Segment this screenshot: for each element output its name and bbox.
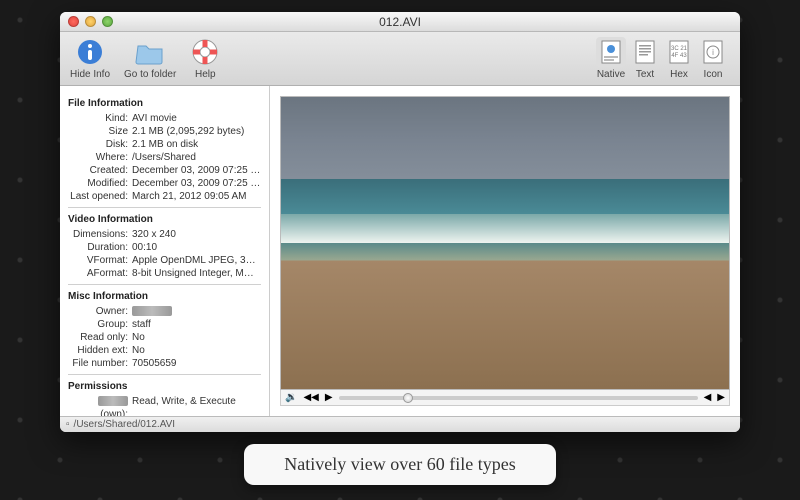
- value: March 21, 2012 09:05 AM: [132, 190, 261, 203]
- traffic-lights: [68, 16, 113, 27]
- label: Modified:: [68, 177, 128, 190]
- view-mode-segment: Native Text 3C 214F 43 Hex i Icon: [594, 37, 730, 80]
- svg-text:4F 43: 4F 43: [671, 53, 687, 59]
- svg-text:i: i: [712, 48, 714, 57]
- toolbar-label: Icon: [704, 69, 723, 80]
- label: AFormat:: [68, 267, 128, 280]
- value: December 03, 2009 07:25 PM: [132, 177, 261, 190]
- value: AVI movie: [132, 112, 261, 125]
- label: Disk:: [68, 138, 128, 151]
- step-back-icon[interactable]: ◀: [704, 392, 712, 403]
- label: Group:: [68, 318, 128, 331]
- step-fwd-icon[interactable]: ▶: [717, 392, 725, 403]
- toolbar-label: Native: [597, 69, 625, 80]
- document-icon: ▫: [66, 419, 70, 430]
- value: 2.1 MB on disk: [132, 138, 261, 151]
- folder-icon: [135, 37, 165, 67]
- section-title-permissions: Permissions: [68, 381, 261, 392]
- value: 320 x 240: [132, 228, 261, 241]
- label: Created:: [68, 164, 128, 177]
- value-redacted: [132, 305, 261, 318]
- label: Hidden ext:: [68, 344, 128, 357]
- svg-text:3C 21: 3C 21: [671, 46, 688, 52]
- go-to-folder-button[interactable]: Go to folder: [124, 37, 176, 80]
- view-native-button[interactable]: Native: [594, 37, 628, 80]
- section-title-file: File Information: [68, 98, 261, 109]
- video-preview[interactable]: [280, 96, 730, 390]
- value: Read, Write, & Execute: [132, 395, 261, 416]
- label: Owner:: [68, 305, 128, 318]
- value: No: [132, 344, 261, 357]
- toolbar-label: Text: [636, 69, 654, 80]
- value: 70505659: [132, 357, 261, 370]
- native-icon: [596, 37, 626, 67]
- toolbar-label: Help: [195, 69, 216, 80]
- lifebuoy-icon: [190, 37, 220, 67]
- value: December 03, 2009 07:25 PM: [132, 164, 261, 177]
- label: Where:: [68, 151, 128, 164]
- icon-icon: i: [698, 37, 728, 67]
- label: Dimensions:: [68, 228, 128, 241]
- toolbar-label: Go to folder: [124, 69, 176, 80]
- view-hex-button[interactable]: 3C 214F 43 Hex: [662, 37, 696, 80]
- seek-slider[interactable]: [339, 396, 698, 400]
- playback-controls: 🔉 ◀◀ ▶ ◀ ▶: [280, 390, 730, 406]
- window-title: 012.AVI: [379, 15, 421, 29]
- label: Last opened:: [68, 190, 128, 203]
- app-window: 012.AVI Hide Info Go to folder Help: [60, 12, 740, 432]
- info-icon: [75, 37, 105, 67]
- play-icon[interactable]: ▶: [325, 392, 333, 403]
- label: Kind:: [68, 112, 128, 125]
- label: VFormat:: [68, 254, 128, 267]
- label: (own):: [68, 395, 128, 416]
- hex-icon: 3C 214F 43: [664, 37, 694, 67]
- toolbar-label: Hex: [670, 69, 688, 80]
- hide-info-button[interactable]: Hide Info: [70, 37, 110, 80]
- status-path: /Users/Shared/012.AVI: [74, 419, 176, 430]
- label: Read only:: [68, 331, 128, 344]
- toolbar-label: Hide Info: [70, 69, 110, 80]
- status-bar: ▫ /Users/Shared/012.AVI: [60, 416, 740, 432]
- view-text-button[interactable]: Text: [628, 37, 662, 80]
- section-title-misc: Misc Information: [68, 291, 261, 302]
- value: /Users/Shared: [132, 151, 261, 164]
- value: 2.1 MB (2,095,292 bytes): [132, 125, 261, 138]
- label: File number:: [68, 357, 128, 370]
- section-title-video: Video Information: [68, 214, 261, 225]
- rewind-icon[interactable]: ◀◀: [303, 392, 318, 403]
- value: Apple OpenDML JPEG, 32…: [132, 254, 261, 267]
- minimize-icon[interactable]: [85, 16, 96, 27]
- preview-pane: 🔉 ◀◀ ▶ ◀ ▶: [270, 86, 740, 416]
- titlebar[interactable]: 012.AVI: [60, 12, 740, 32]
- toolbar: Hide Info Go to folder Help Native: [60, 32, 740, 86]
- value: staff: [132, 318, 261, 331]
- zoom-icon[interactable]: [102, 16, 113, 27]
- seek-thumb[interactable]: [403, 393, 413, 403]
- value: 8-bit Unsigned Integer, M…: [132, 267, 261, 280]
- text-icon: [630, 37, 660, 67]
- value: No: [132, 331, 261, 344]
- close-icon[interactable]: [68, 16, 79, 27]
- info-sidebar[interactable]: File Information Kind: AVI movie Size 2.1 …: [60, 86, 270, 416]
- help-button[interactable]: Help: [190, 37, 220, 80]
- value: 00:10: [132, 241, 261, 254]
- marketing-caption: Natively view over 60 file types: [244, 444, 555, 485]
- label: Size: [68, 125, 128, 138]
- volume-icon[interactable]: 🔉: [285, 392, 297, 403]
- view-icon-button[interactable]: i Icon: [696, 37, 730, 80]
- label: Duration:: [68, 241, 128, 254]
